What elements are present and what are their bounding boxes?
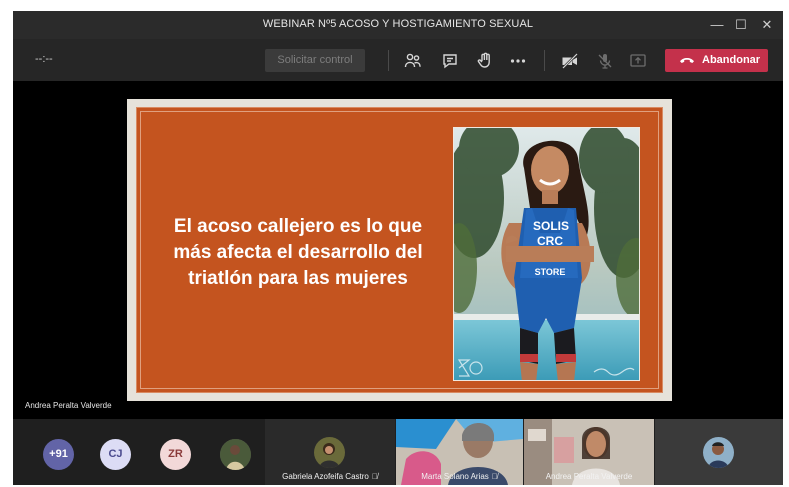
- participant-name-andrea: Andrea Peralta Valverde: [545, 472, 633, 481]
- participant-tile-marta[interactable]: Marta Solano Arias 🎙̸: [396, 419, 523, 485]
- presentation-slide: El acoso callejero es lo que más afecta …: [127, 99, 672, 401]
- athlete-photo: SOLIS CRC STORE: [453, 127, 640, 381]
- close-button[interactable]: ✕: [756, 14, 778, 36]
- more-options-icon[interactable]: [508, 51, 528, 71]
- toolbar-divider: [388, 50, 389, 71]
- participant-tile-andrea[interactable]: Andrea Peralta Valverde: [524, 419, 654, 485]
- leave-button[interactable]: Abandonar: [665, 49, 768, 72]
- participants-icon[interactable]: [403, 51, 423, 71]
- jersey-text-crc: CRC: [537, 234, 563, 248]
- jersey-text-store: STORE: [535, 267, 566, 277]
- call-timer: --:--: [35, 53, 53, 65]
- participant-photo-gabriela: [314, 437, 345, 468]
- participant-name-marta: Marta Solano Arias 🎙̸: [421, 472, 498, 481]
- leave-label: Abandonar: [702, 54, 761, 66]
- request-control-button[interactable]: Solicitar control: [265, 49, 365, 72]
- share-screen-icon[interactable]: [628, 51, 648, 71]
- minimize-button[interactable]: —: [706, 14, 728, 36]
- mic-off-icon: 🎙̸: [491, 472, 498, 481]
- jersey-text-solis: SOLIS: [533, 219, 569, 233]
- participant-tile-gabriela[interactable]: Gabriela Azofeifa Castro 🎙̸: [265, 419, 395, 485]
- camera-off-icon[interactable]: [560, 51, 580, 71]
- participant-strip: +91 CJ ZR Gabriela Azofeifa Castro 🎙̸ Mar…: [13, 419, 783, 485]
- slide-panel: El acoso callejero es lo que más afecta …: [136, 107, 663, 393]
- participant-tile-camera-off[interactable]: [655, 419, 783, 485]
- participant-photo-man: [703, 437, 734, 468]
- mic-off-icon[interactable]: [595, 51, 615, 71]
- toolbar-divider: [544, 50, 545, 71]
- participant-name-gabriela: Gabriela Azofeifa Castro 🎙̸: [282, 472, 378, 481]
- presenter-label: Andrea Peralta Valverde: [25, 401, 112, 410]
- participant-avatar-zr[interactable]: ZR: [160, 439, 191, 470]
- shared-screen: El acoso callejero es lo que más afecta …: [13, 81, 783, 419]
- teams-window: WEBINAR Nº5 ACOSO Y HOSTIGAMIENTO SEXUAL…: [13, 11, 783, 485]
- hang-up-icon: [680, 58, 694, 63]
- raise-hand-icon[interactable]: [475, 51, 495, 71]
- mic-off-icon: 🎙̸: [371, 472, 378, 481]
- window-title: WEBINAR Nº5 ACOSO Y HOSTIGAMIENTO SEXUAL: [262, 18, 534, 30]
- more-participants-badge[interactable]: +91: [43, 439, 74, 470]
- participant-avatar-cj[interactable]: CJ: [100, 439, 131, 470]
- title-bar: WEBINAR Nº5 ACOSO Y HOSTIGAMIENTO SEXUAL…: [13, 11, 783, 39]
- participant-avatar-photo[interactable]: [220, 439, 251, 470]
- call-toolbar: --:-- Solicitar control Abandonar: [13, 39, 783, 81]
- maximize-button[interactable]: ☐: [730, 14, 752, 36]
- slide-quote: El acoso callejero es lo que más afecta …: [173, 216, 423, 289]
- chat-icon[interactable]: [440, 51, 460, 71]
